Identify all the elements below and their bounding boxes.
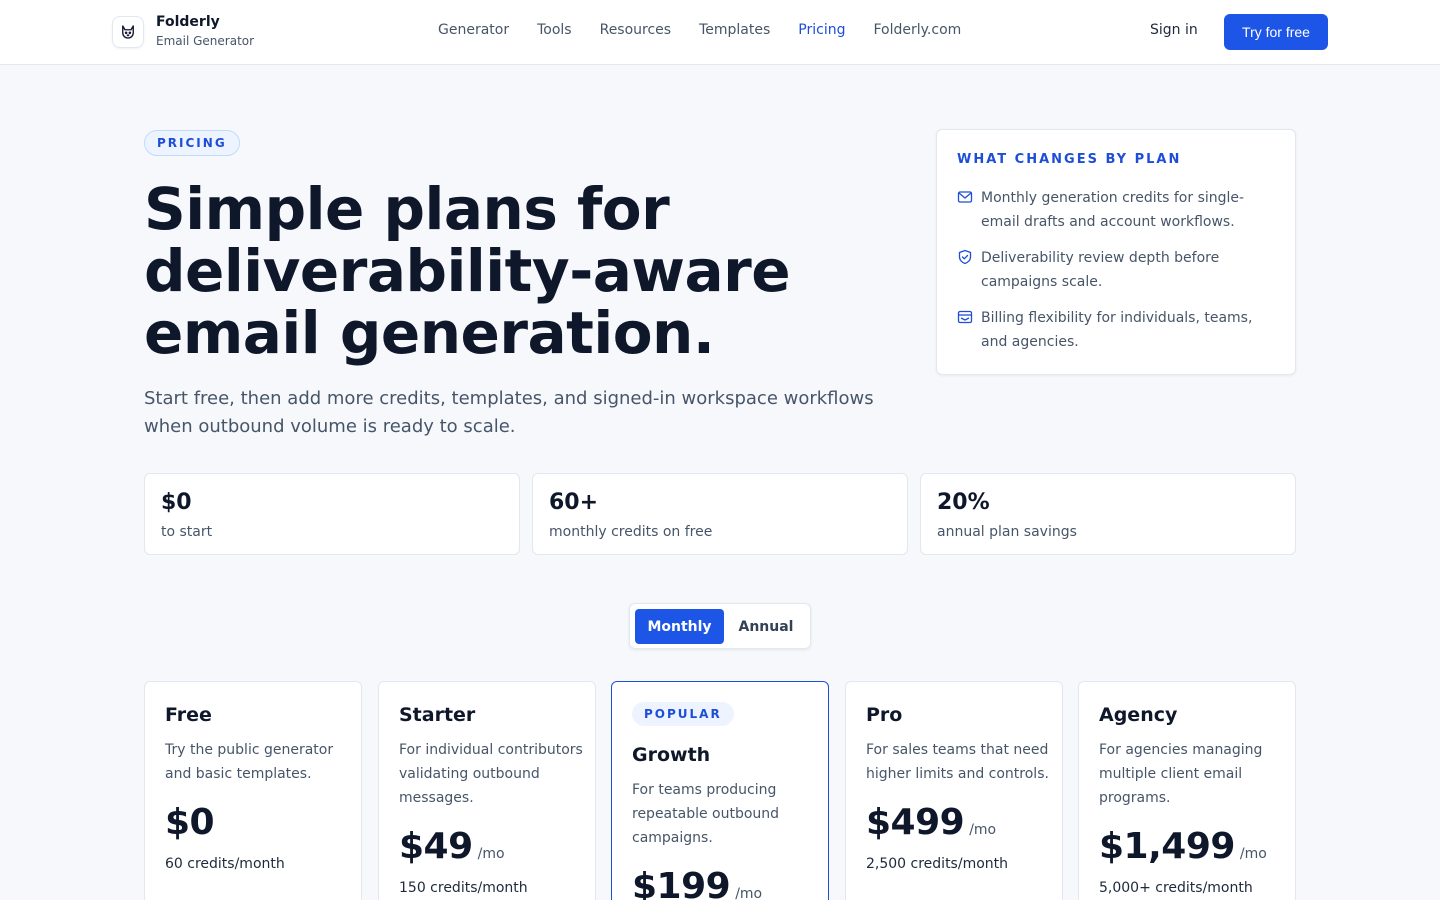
plan-price-period: /mo <box>969 822 997 838</box>
plan-price-period: /mo <box>477 846 505 862</box>
plan-price: $1,499 /mo <box>1099 826 1267 867</box>
nav-resources[interactable]: Resources <box>600 22 672 38</box>
plan-changes-title: WHAT CHANGES BY PLAN <box>957 152 1182 167</box>
plan-price-amount: $499 <box>866 802 965 843</box>
stat-value: $0 <box>161 490 192 515</box>
stat-card: $0 to start <box>144 473 520 555</box>
stat-value: 20% <box>937 490 990 515</box>
plan-credits: 2,500 credits/month <box>866 856 1009 872</box>
plan-description: For teams producing repeatable outbound … <box>632 782 780 846</box>
brand-logo[interactable] <box>112 16 144 48</box>
plan-price-period: /mo <box>1239 846 1267 862</box>
main-nav: Generator Tools Resources Templates Pric… <box>438 22 989 38</box>
nav-templates[interactable]: Templates <box>699 22 770 38</box>
stat-value: 60+ <box>549 490 599 515</box>
plan-change-text: Deliverability review depth before campa… <box>981 250 1220 290</box>
shield-check-icon <box>958 249 972 265</box>
plan-credits: 5,000+ credits/month <box>1099 880 1253 896</box>
stat-card: 20% annual plan savings <box>920 473 1296 555</box>
monthly-toggle-button[interactable]: Monthly <box>635 609 724 644</box>
nav-generator[interactable]: Generator <box>438 22 509 38</box>
plan-price: $0 <box>165 802 215 843</box>
plan-card-starter[interactable]: Starter For individual contributors vali… <box>378 681 596 900</box>
plan-price-amount: $49 <box>399 826 473 867</box>
plan-price-amount: $0 <box>165 802 215 843</box>
page-title: Simple plans for deliverability-aware em… <box>144 175 791 367</box>
plan-name: Free <box>165 704 212 726</box>
plan-card-agency[interactable]: Agency For agencies managing multiple cl… <box>1078 681 1296 900</box>
plan-description: For agencies managing multiple client em… <box>1099 742 1263 806</box>
stat-card: 60+ monthly credits on free <box>532 473 908 555</box>
plan-name: Starter <box>399 704 476 726</box>
nav-tools[interactable]: Tools <box>537 22 572 38</box>
plan-change-item: Deliverability review depth before campa… <box>957 246 1277 294</box>
plan-description: For individual contributors validating o… <box>399 742 583 806</box>
page-subtitle: Start free, then add more credits, templ… <box>144 388 874 437</box>
pricing-badge: PRICING <box>144 130 240 156</box>
plan-name: Agency <box>1099 704 1178 726</box>
mail-icon <box>957 191 973 203</box>
top-header: Folderly Email Generator Generator Tools… <box>0 0 1440 65</box>
plan-name: Growth <box>632 744 711 766</box>
plan-price-amount: $199 <box>632 866 731 900</box>
plan-price-amount: $1,499 <box>1099 826 1235 867</box>
brand-subtitle: Email Generator <box>156 34 255 48</box>
plan-name: Pro <box>866 704 903 726</box>
plan-card-free[interactable]: Free Try the public generator and basic … <box>144 681 362 900</box>
plan-change-item: Billing flexibility for individuals, tea… <box>957 306 1277 354</box>
plan-credits: 60 credits/month <box>165 856 285 872</box>
billing-period-toggle: Monthly Annual <box>629 603 811 649</box>
brand-name[interactable]: Folderly <box>156 14 220 30</box>
fox-logo-icon <box>122 25 134 39</box>
nav-folderly-com[interactable]: Folderly.com <box>873 22 961 38</box>
plan-price-period: /mo <box>735 886 763 900</box>
plan-price: $49 /mo <box>399 826 505 867</box>
plan-description: For sales teams that need higher limits … <box>866 742 1049 782</box>
stat-label: annual plan savings <box>937 524 1077 540</box>
plan-price: $499 /mo <box>866 802 996 843</box>
stat-label: monthly credits on free <box>549 524 713 540</box>
stat-label: to start <box>161 524 213 540</box>
plan-changes-card: WHAT CHANGES BY PLAN Monthly generation … <box>936 129 1296 375</box>
annual-toggle-button[interactable]: Annual <box>726 609 806 644</box>
plan-change-item: Monthly generation credits for single-em… <box>957 186 1277 234</box>
nav-pricing[interactable]: Pricing <box>798 22 845 38</box>
try-for-free-button[interactable]: Try for free <box>1224 14 1328 50</box>
plan-price: $199 /mo <box>632 866 762 900</box>
plan-credits: 150 credits/month <box>399 880 528 896</box>
plan-change-text: Billing flexibility for individuals, tea… <box>981 310 1253 350</box>
plan-card-pro[interactable]: Pro For sales teams that need higher lim… <box>845 681 1063 900</box>
plan-description: Try the public generator and basic templ… <box>165 742 334 782</box>
plan-card-growth[interactable]: POPULAR Growth For teams producing repea… <box>611 681 829 900</box>
sign-in-link[interactable]: Sign in <box>1150 22 1198 38</box>
plan-change-text: Monthly generation credits for single-em… <box>981 190 1245 230</box>
billing-icon <box>957 310 973 324</box>
popular-badge: POPULAR <box>632 702 734 726</box>
